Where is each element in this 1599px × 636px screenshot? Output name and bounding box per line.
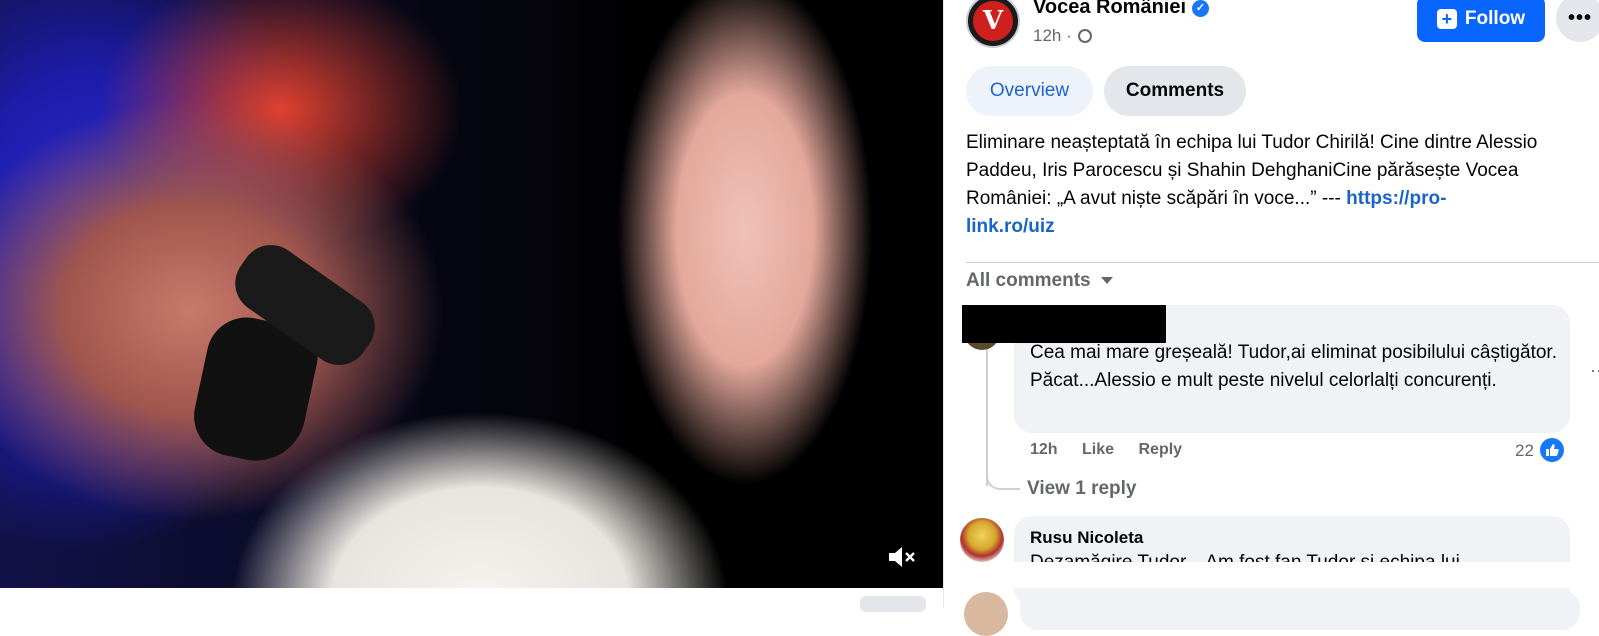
reply-button[interactable]: Reply (1139, 441, 1183, 458)
post-caption: Eliminare neașteptată în echipa lui Tudo… (966, 129, 1599, 241)
thumbs-up-icon[interactable] (1540, 438, 1564, 462)
scroll-mask (1014, 562, 1599, 588)
comment-text-clip: Dezamăgire Tudor... Am fost fan Tudor și… (1014, 548, 1570, 562)
section-divider (966, 262, 1599, 263)
comment-bubble (1020, 590, 1580, 630)
avatar[interactable] (960, 518, 1004, 562)
follow-label: Follow (1464, 8, 1526, 29)
comment-more-icon[interactable]: ·· (1590, 360, 1599, 381)
globe-icon (1078, 29, 1093, 43)
video-footer (0, 588, 943, 608)
chevron-down-icon (1100, 277, 1113, 284)
post-time[interactable]: 12h · (1033, 26, 1072, 45)
like-button[interactable]: Like (1082, 441, 1114, 458)
video-player[interactable] (0, 0, 943, 588)
page-name-label[interactable]: Vocea României (1033, 0, 1186, 18)
comment-text: Cea mai mare greșeală! Tudor,ai eliminat… (1030, 342, 1557, 391)
follow-button[interactable]: + Follow (1417, 0, 1545, 42)
follow-plus-icon: + (1436, 9, 1457, 29)
comments-filter-dropdown[interactable]: All comments (966, 270, 1113, 292)
comment-time[interactable]: 12h (1030, 441, 1058, 458)
more-icon: ••• (1567, 6, 1592, 29)
comment-actions: 12h Like Reply (1030, 441, 1202, 459)
post-caption-text: Eliminare neașteptată în echipa lui Tudo… (966, 132, 1538, 209)
reaction-count[interactable]: 22 (1515, 441, 1534, 461)
page-avatar[interactable]: V (966, 0, 1020, 48)
video-footer-button[interactable] (860, 596, 926, 612)
tab-comments-label: Comments (1125, 80, 1225, 101)
avatar[interactable] (964, 592, 1008, 636)
comments-filter-label: All comments (966, 270, 1091, 291)
panel-divider (943, 0, 944, 608)
more-options-button[interactable]: ••• (1556, 0, 1599, 42)
mute-icon[interactable] (885, 540, 919, 574)
post-timestamp[interactable]: 12h · (1033, 26, 1093, 46)
tab-overview-label: Overview (989, 80, 1070, 101)
page-name[interactable]: Vocea României ✓ (1033, 0, 1210, 19)
reply-thread-line (986, 348, 988, 486)
comment-author[interactable]: Rusu Nicoleta (1030, 528, 1143, 548)
page-avatar-logo: V (973, 1, 1013, 41)
redacted-author-name (962, 305, 1166, 343)
comment-text: Dezamăgire Tudor... Am fost fan Tudor și… (1030, 552, 1460, 562)
tab-overview[interactable]: Overview (966, 66, 1093, 116)
verified-badge-icon: ✓ (1192, 0, 1210, 17)
view-replies-link[interactable]: View 1 reply (1027, 478, 1137, 500)
reply-thread-connector (986, 470, 1020, 490)
tab-comments[interactable]: Comments (1104, 66, 1246, 116)
